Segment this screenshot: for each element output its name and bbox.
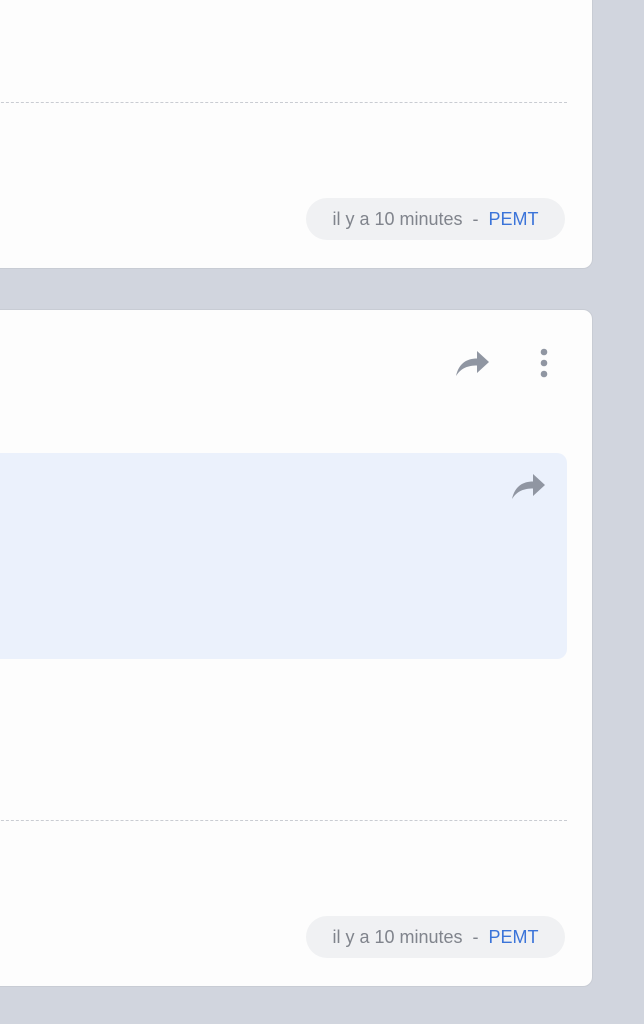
post-time: il y a 10 minutes: [332, 208, 463, 229]
more-vertical-icon: [540, 348, 548, 378]
post-card: il y a 10 minutes - PEMT: [0, 0, 593, 269]
more-options-button[interactable]: [529, 344, 559, 382]
post-time: il y a 10 minutes: [332, 926, 463, 947]
share-arrow-icon: [512, 474, 545, 499]
author-link[interactable]: PEMT: [489, 927, 539, 948]
share-arrow-icon: [456, 351, 489, 376]
divider: [0, 102, 567, 103]
share-button[interactable]: [453, 346, 493, 380]
author-link[interactable]: PEMT: [489, 209, 539, 230]
post-card: il y a 10 minutes - PEMT: [0, 309, 593, 987]
meta-separator: -: [472, 926, 479, 947]
post-meta: il y a 10 minutes - PEMT: [306, 916, 565, 958]
share-quote-button[interactable]: [509, 469, 549, 503]
divider: [0, 820, 567, 821]
shared-content-block: [0, 453, 567, 659]
post-meta: il y a 10 minutes - PEMT: [306, 198, 565, 240]
meta-separator: -: [472, 208, 479, 229]
